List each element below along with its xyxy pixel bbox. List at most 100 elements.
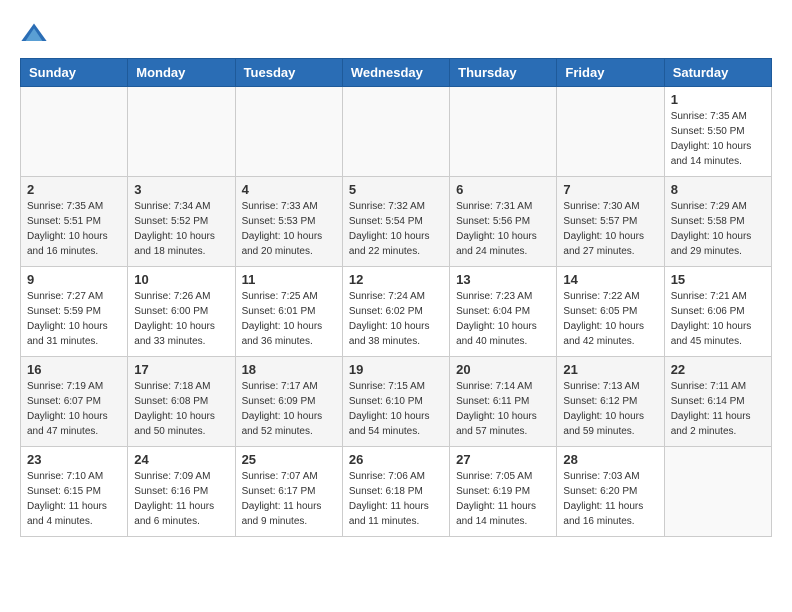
day-number: 3 <box>134 182 228 197</box>
calendar-cell <box>557 87 664 177</box>
calendar-cell: 6 Sunrise: 7:31 AM Sunset: 5:56 PM Daylig… <box>450 177 557 267</box>
calendar-cell: 22 Sunrise: 7:11 AM Sunset: 6:14 PM Dayli… <box>664 357 771 447</box>
calendar-cell: 10 Sunrise: 7:26 AM Sunset: 6:00 PM Dayli… <box>128 267 235 357</box>
day-info: Sunrise: 7:35 AM Sunset: 5:50 PM Dayligh… <box>671 109 765 169</box>
day-number: 27 <box>456 452 550 467</box>
day-number: 21 <box>563 362 657 377</box>
day-info: Sunrise: 7:32 AM Sunset: 5:54 PM Dayligh… <box>349 199 443 259</box>
day-header-tuesday: Tuesday <box>235 59 342 87</box>
calendar-week-1: 1 Sunrise: 7:35 AM Sunset: 5:50 PM Daylig… <box>21 87 772 177</box>
calendar-week-5: 23 Sunrise: 7:10 AM Sunset: 6:15 PM Dayli… <box>21 447 772 537</box>
calendar-cell: 3 Sunrise: 7:34 AM Sunset: 5:52 PM Daylig… <box>128 177 235 267</box>
day-info: Sunrise: 7:18 AM Sunset: 6:08 PM Dayligh… <box>134 379 228 439</box>
day-number: 12 <box>349 272 443 287</box>
calendar-cell <box>235 87 342 177</box>
calendar: SundayMondayTuesdayWednesdayThursdayFrid… <box>20 58 772 537</box>
day-number: 15 <box>671 272 765 287</box>
day-info: Sunrise: 7:03 AM Sunset: 6:20 PM Dayligh… <box>563 469 657 529</box>
day-header-monday: Monday <box>128 59 235 87</box>
day-info: Sunrise: 7:21 AM Sunset: 6:06 PM Dayligh… <box>671 289 765 349</box>
day-header-sunday: Sunday <box>21 59 128 87</box>
day-info: Sunrise: 7:19 AM Sunset: 6:07 PM Dayligh… <box>27 379 121 439</box>
calendar-cell: 15 Sunrise: 7:21 AM Sunset: 6:06 PM Dayli… <box>664 267 771 357</box>
day-number: 16 <box>27 362 121 377</box>
day-number: 7 <box>563 182 657 197</box>
day-number: 13 <box>456 272 550 287</box>
day-number: 18 <box>242 362 336 377</box>
day-number: 6 <box>456 182 550 197</box>
day-info: Sunrise: 7:06 AM Sunset: 6:18 PM Dayligh… <box>349 469 443 529</box>
calendar-cell: 26 Sunrise: 7:06 AM Sunset: 6:18 PM Dayli… <box>342 447 449 537</box>
calendar-cell: 25 Sunrise: 7:07 AM Sunset: 6:17 PM Dayli… <box>235 447 342 537</box>
calendar-cell: 5Sunrise: 7:32 AM Sunset: 5:54 PM Daylig… <box>342 177 449 267</box>
logo <box>20 20 52 48</box>
day-number: 9 <box>27 272 121 287</box>
day-info: Sunrise: 7:07 AM Sunset: 6:17 PM Dayligh… <box>242 469 336 529</box>
day-number: 23 <box>27 452 121 467</box>
day-number: 22 <box>671 362 765 377</box>
day-info: Sunrise: 7:24 AM Sunset: 6:02 PM Dayligh… <box>349 289 443 349</box>
calendar-cell: 11 Sunrise: 7:25 AM Sunset: 6:01 PM Dayli… <box>235 267 342 357</box>
calendar-cell: 9 Sunrise: 7:27 AM Sunset: 5:59 PM Daylig… <box>21 267 128 357</box>
calendar-cell: 18Sunrise: 7:17 AM Sunset: 6:09 PM Dayli… <box>235 357 342 447</box>
day-number: 4 <box>242 182 336 197</box>
calendar-cell: 19 Sunrise: 7:15 AM Sunset: 6:10 PM Dayli… <box>342 357 449 447</box>
calendar-cell: 4 Sunrise: 7:33 AM Sunset: 5:53 PM Daylig… <box>235 177 342 267</box>
day-info: Sunrise: 7:15 AM Sunset: 6:10 PM Dayligh… <box>349 379 443 439</box>
calendar-cell <box>450 87 557 177</box>
day-info: Sunrise: 7:33 AM Sunset: 5:53 PM Dayligh… <box>242 199 336 259</box>
day-number: 1 <box>671 92 765 107</box>
day-number: 25 <box>242 452 336 467</box>
day-info: Sunrise: 7:05 AM Sunset: 6:19 PM Dayligh… <box>456 469 550 529</box>
calendar-cell: 20 Sunrise: 7:14 AM Sunset: 6:11 PM Dayli… <box>450 357 557 447</box>
day-number: 8 <box>671 182 765 197</box>
day-info: Sunrise: 7:27 AM Sunset: 5:59 PM Dayligh… <box>27 289 121 349</box>
calendar-cell: 7 Sunrise: 7:30 AM Sunset: 5:57 PM Daylig… <box>557 177 664 267</box>
day-header-saturday: Saturday <box>664 59 771 87</box>
calendar-cell: 17 Sunrise: 7:18 AM Sunset: 6:08 PM Dayli… <box>128 357 235 447</box>
calendar-cell <box>664 447 771 537</box>
day-info: Sunrise: 7:26 AM Sunset: 6:00 PM Dayligh… <box>134 289 228 349</box>
day-info: Sunrise: 7:25 AM Sunset: 6:01 PM Dayligh… <box>242 289 336 349</box>
day-number: 17 <box>134 362 228 377</box>
calendar-cell: 2 Sunrise: 7:35 AM Sunset: 5:51 PM Daylig… <box>21 177 128 267</box>
calendar-cell: 8 Sunrise: 7:29 AM Sunset: 5:58 PM Daylig… <box>664 177 771 267</box>
day-info: Sunrise: 7:34 AM Sunset: 5:52 PM Dayligh… <box>134 199 228 259</box>
day-info: Sunrise: 7:35 AM Sunset: 5:51 PM Dayligh… <box>27 199 121 259</box>
day-info: Sunrise: 7:23 AM Sunset: 6:04 PM Dayligh… <box>456 289 550 349</box>
calendar-cell <box>128 87 235 177</box>
calendar-header-row: SundayMondayTuesdayWednesdayThursdayFrid… <box>21 59 772 87</box>
calendar-cell: 24Sunrise: 7:09 AM Sunset: 6:16 PM Dayli… <box>128 447 235 537</box>
logo-icon <box>20 20 48 48</box>
day-info: Sunrise: 7:10 AM Sunset: 6:15 PM Dayligh… <box>27 469 121 529</box>
day-info: Sunrise: 7:14 AM Sunset: 6:11 PM Dayligh… <box>456 379 550 439</box>
calendar-cell: 28Sunrise: 7:03 AM Sunset: 6:20 PM Dayli… <box>557 447 664 537</box>
day-info: Sunrise: 7:31 AM Sunset: 5:56 PM Dayligh… <box>456 199 550 259</box>
calendar-cell: 23 Sunrise: 7:10 AM Sunset: 6:15 PM Dayli… <box>21 447 128 537</box>
day-number: 26 <box>349 452 443 467</box>
day-number: 10 <box>134 272 228 287</box>
day-number: 2 <box>27 182 121 197</box>
day-number: 19 <box>349 362 443 377</box>
calendar-cell <box>342 87 449 177</box>
page-header <box>20 20 772 48</box>
day-number: 24 <box>134 452 228 467</box>
day-info: Sunrise: 7:11 AM Sunset: 6:14 PM Dayligh… <box>671 379 765 439</box>
calendar-cell: 21 Sunrise: 7:13 AM Sunset: 6:12 PM Dayli… <box>557 357 664 447</box>
day-number: 14 <box>563 272 657 287</box>
day-info: Sunrise: 7:13 AM Sunset: 6:12 PM Dayligh… <box>563 379 657 439</box>
calendar-week-2: 2 Sunrise: 7:35 AM Sunset: 5:51 PM Daylig… <box>21 177 772 267</box>
calendar-week-4: 16 Sunrise: 7:19 AM Sunset: 6:07 PM Dayli… <box>21 357 772 447</box>
day-number: 11 <box>242 272 336 287</box>
day-number: 20 <box>456 362 550 377</box>
day-info: Sunrise: 7:30 AM Sunset: 5:57 PM Dayligh… <box>563 199 657 259</box>
calendar-cell: 12 Sunrise: 7:24 AM Sunset: 6:02 PM Dayli… <box>342 267 449 357</box>
calendar-cell: 14Sunrise: 7:22 AM Sunset: 6:05 PM Dayli… <box>557 267 664 357</box>
calendar-cell <box>21 87 128 177</box>
day-info: Sunrise: 7:29 AM Sunset: 5:58 PM Dayligh… <box>671 199 765 259</box>
calendar-cell: 13 Sunrise: 7:23 AM Sunset: 6:04 PM Dayli… <box>450 267 557 357</box>
day-header-thursday: Thursday <box>450 59 557 87</box>
calendar-week-3: 9 Sunrise: 7:27 AM Sunset: 5:59 PM Daylig… <box>21 267 772 357</box>
day-header-friday: Friday <box>557 59 664 87</box>
calendar-cell: 27 Sunrise: 7:05 AM Sunset: 6:19 PM Dayli… <box>450 447 557 537</box>
